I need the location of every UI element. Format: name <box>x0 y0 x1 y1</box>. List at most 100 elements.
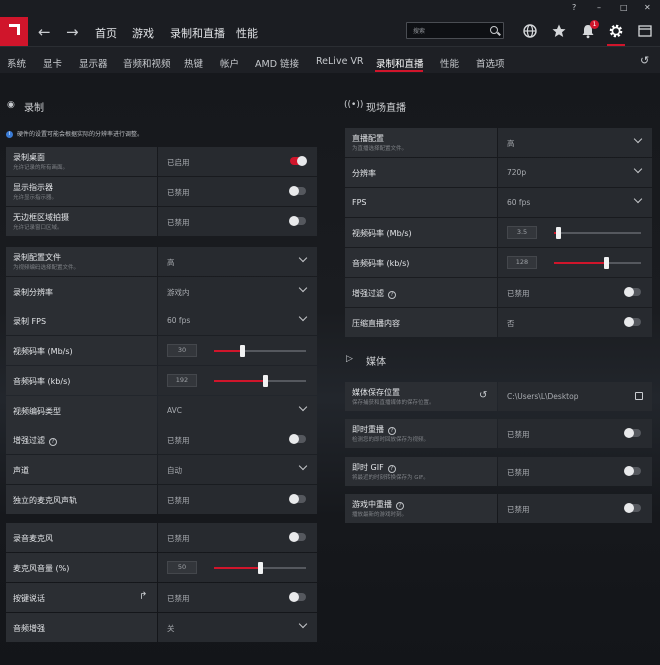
setting-control-cell[interactable]: 60 fps <box>158 306 317 335</box>
setting-control-cell[interactable]: 已禁用 <box>498 419 652 448</box>
setting-control-cell[interactable]: 30 <box>158 336 317 365</box>
toggle-switch[interactable] <box>289 532 306 542</box>
slider-value-input[interactable]: 3.5 <box>507 226 537 239</box>
setting-control-cell[interactable]: 已禁用 <box>498 457 652 486</box>
setting-control-cell[interactable]: 高 <box>498 128 652 157</box>
tab-preferences[interactable]: 首选项 <box>476 56 505 70</box>
nav-record-stream[interactable]: 录制和直播 <box>170 25 225 41</box>
setting-control-cell[interactable]: 已禁用 <box>158 177 317 206</box>
back-arrow-icon[interactable]: ← <box>38 23 51 41</box>
toggle-switch[interactable] <box>289 494 306 504</box>
setting-control-cell[interactable]: AVC <box>158 396 317 425</box>
tab-system[interactable]: 系统 <box>7 56 26 70</box>
tab-audio-video[interactable]: 音频和视频 <box>123 56 171 70</box>
slider-thumb[interactable] <box>262 375 268 387</box>
setting-control-cell[interactable]: 关 <box>158 613 317 642</box>
tab-relive-vr[interactable]: ReLive VR <box>316 56 364 67</box>
slider-track[interactable] <box>554 257 641 269</box>
recording-setting-row[interactable]: 音频增强 关 <box>6 613 317 642</box>
setting-control-cell[interactable]: 128 <box>498 248 652 277</box>
toggle-switch[interactable] <box>289 216 306 226</box>
recording-setting-row[interactable]: 视频码率 (Mb/s) 30 <box>6 336 317 365</box>
tab-hotkeys[interactable]: 热键 <box>184 56 203 70</box>
toggle-switch[interactable] <box>289 434 306 444</box>
toggle-switch[interactable] <box>289 592 306 602</box>
help-icon[interactable]: ? <box>396 502 404 510</box>
toggle-switch[interactable] <box>624 466 641 476</box>
tab-display[interactable]: 显示器 <box>79 56 108 70</box>
slider-track[interactable] <box>214 345 306 357</box>
media-setting-row[interactable]: 即时 GIF? 将最近的时刻转换保存为 GIF。 已禁用 <box>345 457 652 486</box>
setting-control-cell[interactable]: 已禁用 <box>158 425 317 454</box>
recording-setting-row[interactable]: 视频编码类型 AVC <box>6 396 317 425</box>
chevron-down-icon[interactable] <box>633 164 643 174</box>
help-icon[interactable]: ? <box>388 291 396 299</box>
chevron-down-icon[interactable] <box>298 402 308 412</box>
setting-control-cell[interactable]: 已禁用 <box>158 523 317 552</box>
slider-track[interactable] <box>214 375 306 387</box>
forward-arrow-icon[interactable]: → <box>66 23 79 41</box>
setting-control-cell[interactable]: 50 <box>158 553 317 582</box>
toggle-switch[interactable] <box>624 428 641 438</box>
nav-performance[interactable]: 性能 <box>236 25 258 41</box>
setting-control-cell[interactable]: 已禁用 <box>158 207 317 236</box>
streaming-setting-row[interactable]: 压缩直播内容 否 <box>345 308 652 337</box>
chevron-down-icon[interactable] <box>298 619 308 629</box>
toggle-switch[interactable] <box>624 287 641 297</box>
recording-setting-row[interactable]: 录制 FPS 60 fps <box>6 306 317 335</box>
recording-setting-row[interactable]: 录音麦克风 已禁用 <box>6 523 317 552</box>
recording-setting-row[interactable]: 音频码率 (kb/s) 192 <box>6 366 317 395</box>
setting-control-cell[interactable]: 已禁用 <box>498 278 652 307</box>
setting-control-cell[interactable]: 已禁用 <box>158 485 317 514</box>
recording-setting-row[interactable]: 显示指示器 允许显示指示器。 已禁用 <box>6 177 317 206</box>
close-button[interactable]: ✕ <box>644 3 651 12</box>
setting-control-cell[interactable]: C:\Users\L\Desktop <box>498 382 652 411</box>
slider-thumb[interactable] <box>258 562 263 574</box>
help-icon[interactable]: ? <box>388 427 396 435</box>
streaming-setting-row[interactable]: FPS 60 fps <box>345 188 652 217</box>
setting-control-cell[interactable]: 720p <box>498 158 652 187</box>
browse-folder-icon[interactable] <box>635 392 643 400</box>
hotkey-edit-icon[interactable]: ↱ <box>139 591 147 602</box>
slider-track[interactable] <box>554 227 641 239</box>
nav-home[interactable]: 首页 <box>95 25 117 41</box>
gear-icon[interactable] <box>608 23 624 39</box>
toggle-switch[interactable] <box>290 156 307 166</box>
recording-setting-row[interactable]: 麦克风音量 (%) 50 <box>6 553 317 582</box>
setting-control-cell[interactable]: 高 <box>158 247 317 276</box>
recording-setting-row[interactable]: 增强过滤? 已禁用 <box>6 425 317 454</box>
reset-icon[interactable]: ↺ <box>640 54 649 67</box>
setting-control-cell[interactable]: 3.5 <box>498 218 652 247</box>
setting-control-cell[interactable]: 游戏内 <box>158 277 317 306</box>
window-layout-icon[interactable] <box>637 23 653 39</box>
globe-icon[interactable] <box>522 23 538 39</box>
recording-setting-row[interactable]: 录制桌面 允许记录的所有画面。 已启用 <box>6 147 317 176</box>
setting-control-cell[interactable]: 已禁用 <box>498 494 652 523</box>
streaming-setting-row[interactable]: 直播配置 为直播选择配置文件。 高 <box>345 128 652 157</box>
setting-control-cell[interactable]: 已禁用 <box>158 583 317 612</box>
slider-value-input[interactable]: 50 <box>167 561 197 574</box>
recording-setting-row[interactable]: 录制分辨率 游戏内 <box>6 277 317 306</box>
setting-control-cell[interactable]: 自动 <box>158 455 317 484</box>
slider-thumb[interactable] <box>604 257 610 269</box>
streaming-setting-row[interactable]: 视频码率 (Mb/s) 3.5 <box>345 218 652 247</box>
setting-control-cell[interactable]: 60 fps <box>498 188 652 217</box>
streaming-setting-row[interactable]: 增强过滤? 已禁用 <box>345 278 652 307</box>
chevron-down-icon[interactable] <box>298 461 308 471</box>
chevron-down-icon[interactable] <box>298 253 308 263</box>
help-icon[interactable]: ? <box>387 465 396 473</box>
slider-value-input[interactable]: 128 <box>507 256 537 269</box>
recording-setting-row[interactable]: 独立的麦克风声轨 已禁用 <box>6 485 317 514</box>
recording-setting-row[interactable]: 录制配置文件 为视频编码选择配置文件。 高 <box>6 247 317 276</box>
media-setting-row[interactable]: 游戏中重播? 播放最新的游戏时刻。 已禁用 <box>345 494 652 523</box>
chevron-down-icon[interactable] <box>298 283 308 293</box>
tab-performance[interactable]: 性能 <box>440 56 459 70</box>
slider-thumb[interactable] <box>239 345 245 357</box>
setting-control-cell[interactable]: 否 <box>498 308 652 337</box>
slider-value-input[interactable]: 192 <box>167 374 197 387</box>
setting-control-cell[interactable]: 192 <box>158 366 317 395</box>
star-icon[interactable] <box>551 23 567 39</box>
media-setting-row[interactable]: 即时重播? 检测您的即时回放保存为视频。 已禁用 <box>345 419 652 448</box>
setting-control-cell[interactable]: 已启用 <box>158 147 317 176</box>
minimize-button[interactable]: – <box>597 3 601 12</box>
